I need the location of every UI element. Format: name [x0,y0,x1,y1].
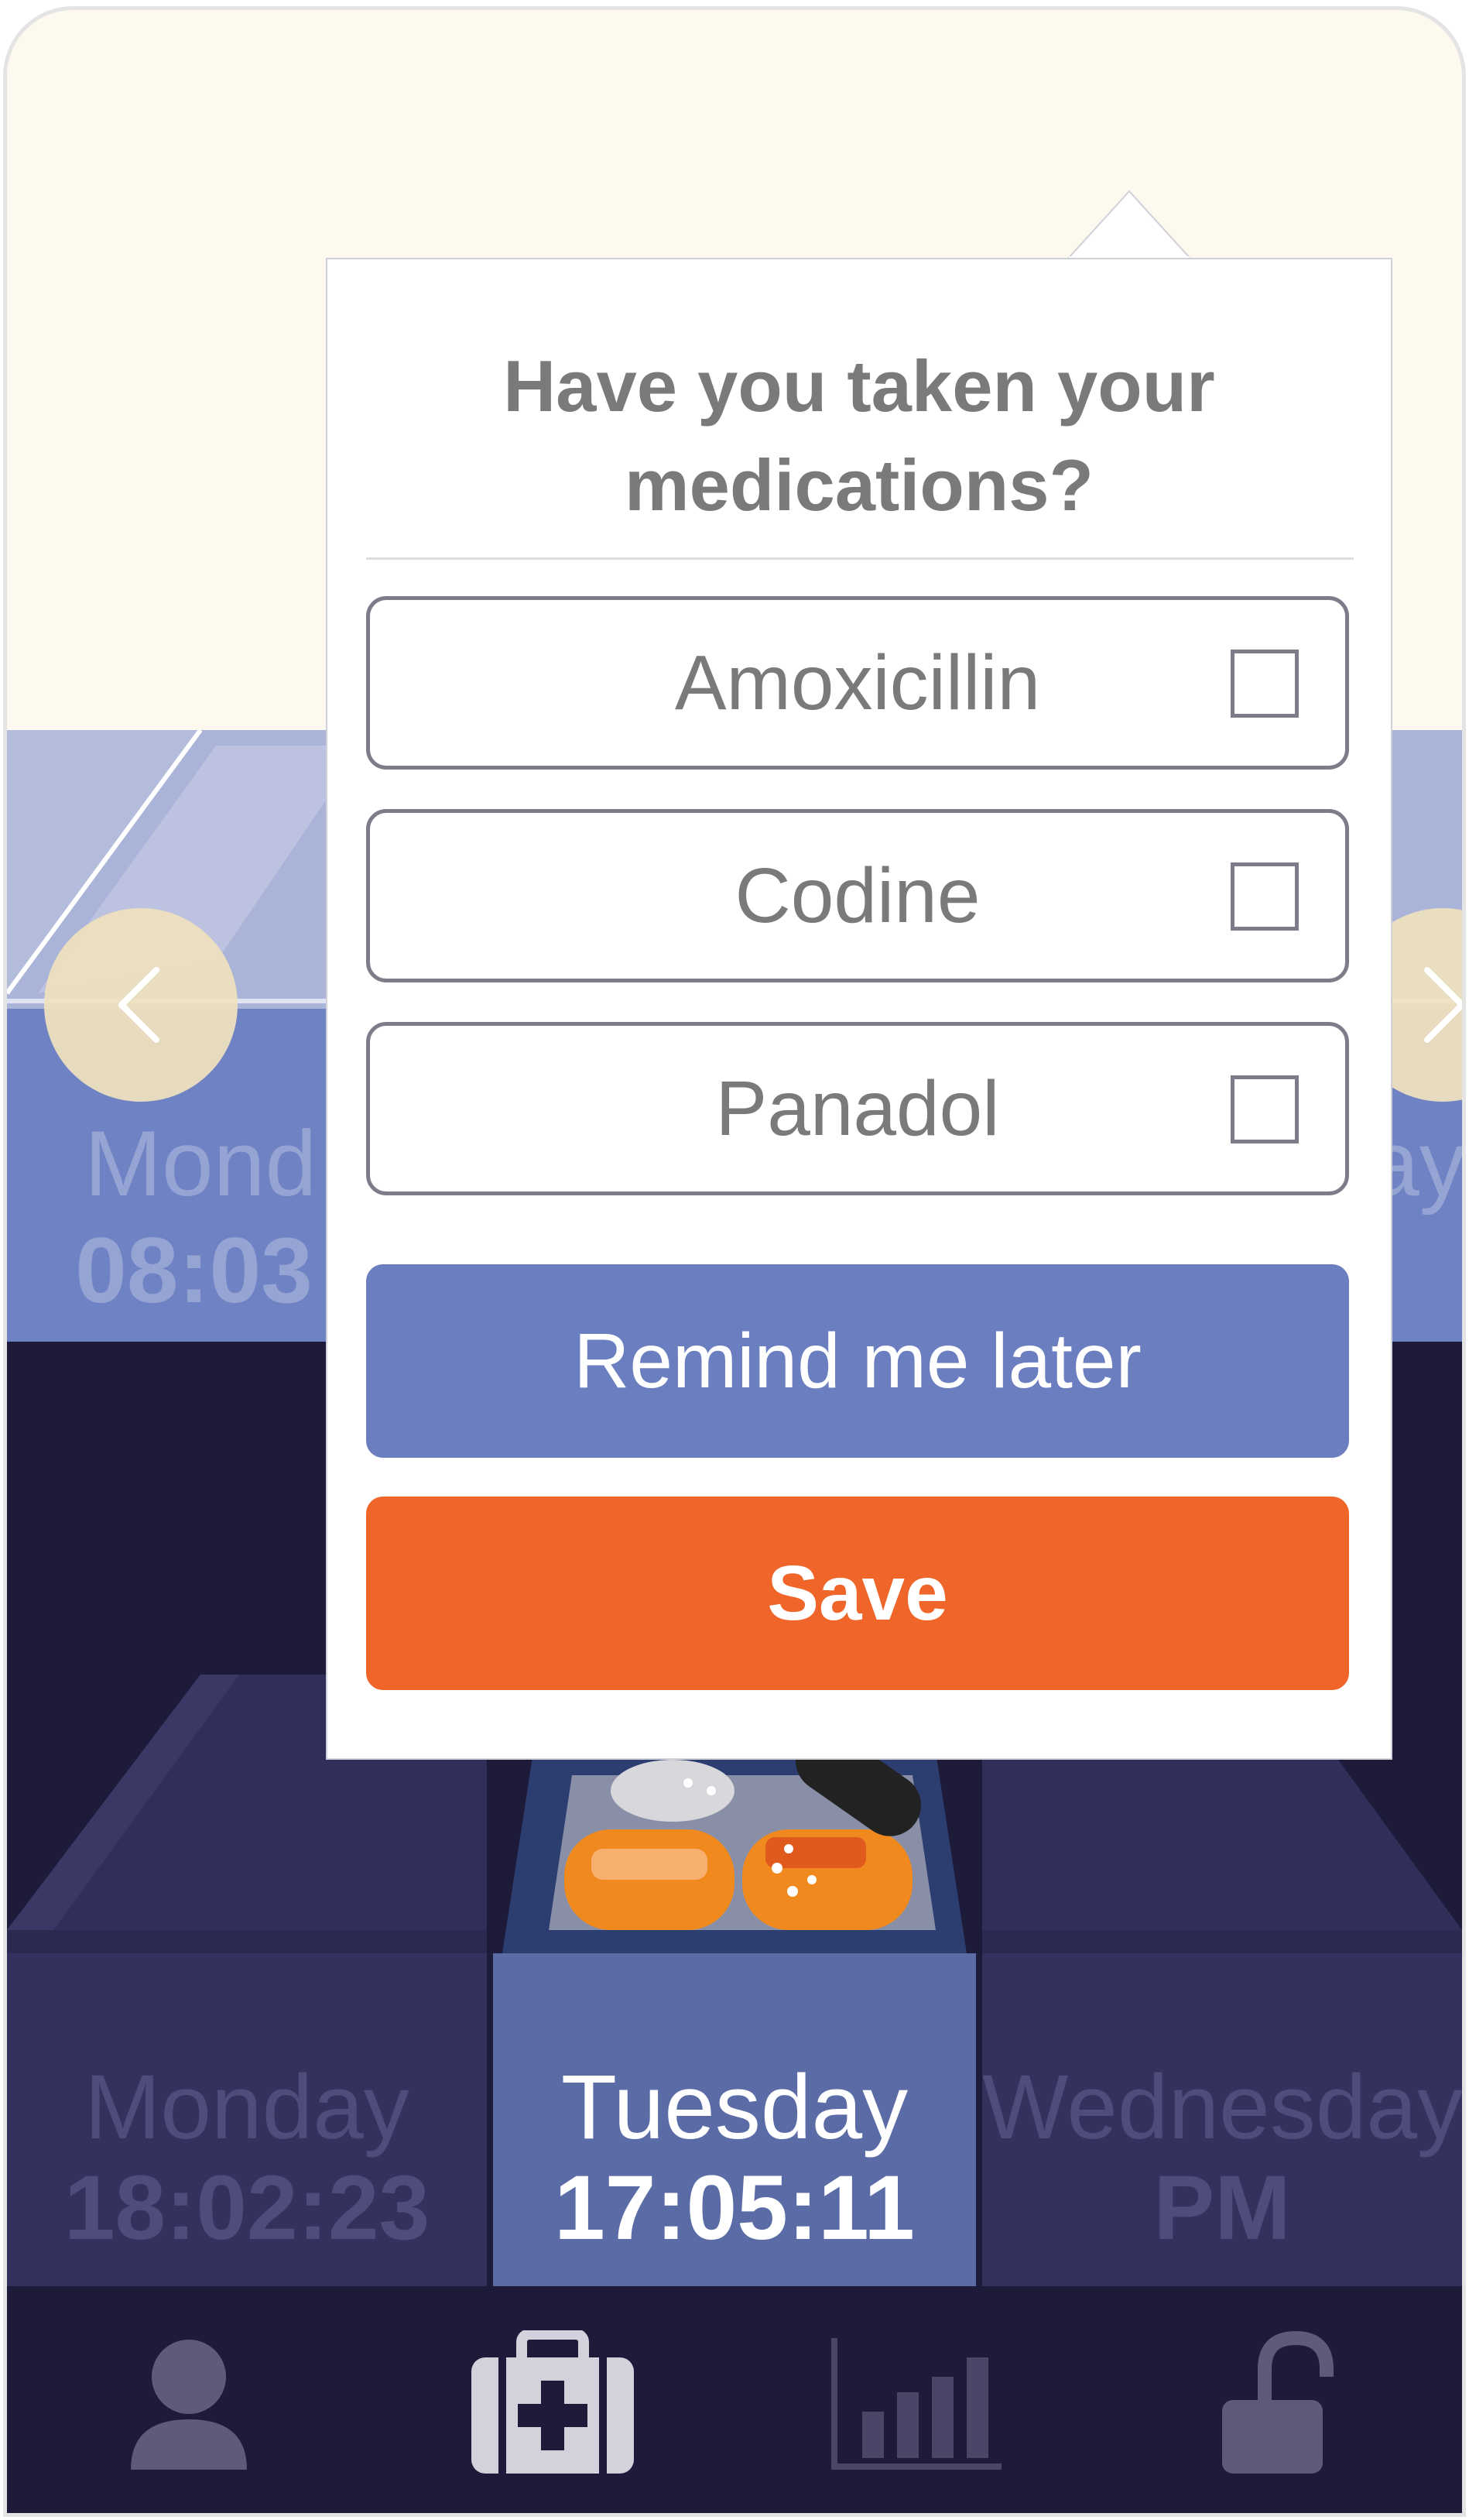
dialog-title-line2: medications? [625,444,1094,526]
day-name: Tuesday [560,2056,909,2158]
day-name: Wednesday [982,2056,1463,2158]
bottom-nav [7,2286,1462,2513]
medication-checkbox[interactable] [1231,862,1299,931]
day-time: 18:02:23 [63,2157,430,2259]
day-time: PM [1153,2157,1291,2259]
dialog-title-line1: Have you taken your [503,345,1215,427]
bar-chart-icon [831,2337,1002,2470]
medical-kit-icon [471,2330,634,2474]
remind-later-button[interactable]: Remind me later [366,1264,1349,1458]
app-screen: Mond 08:03 ay Monday 18:02:23 Tuesday 17… [3,6,1466,2517]
medication-checkbox[interactable] [1231,650,1299,718]
tab-lock[interactable] [1098,2286,1462,2513]
dialog-divider [366,557,1354,560]
tab-profile[interactable] [7,2286,371,2513]
medication-row-amoxicillin[interactable]: Amoxicillin [366,596,1349,770]
modal-caret [1067,190,1191,261]
day-compartment-tuesday[interactable]: Tuesday 17:05:11 [493,1953,976,2286]
top-left-day: Mond [84,1112,317,1215]
medication-name: Codine [734,852,981,939]
save-button[interactable]: Save [366,1497,1349,1690]
medication-row-codine[interactable]: Codine [366,809,1349,982]
medication-check-dialog: Have you taken your medications? Amoxici… [326,258,1392,1760]
top-left-time: 08:03 [75,1219,313,1322]
chevron-right-icon [1424,967,1462,1043]
unlock-icon [1222,2330,1334,2474]
medication-name: Amoxicillin [674,639,1041,726]
medication-checkbox[interactable] [1231,1075,1299,1143]
day-compartment-wednesday[interactable]: Wednesday PM [982,1953,1462,2286]
day-time: 17:05:11 [554,2157,915,2259]
profile-icon [131,2339,247,2470]
tab-medications[interactable] [371,2286,734,2513]
day-compartment-monday[interactable]: Monday 18:02:23 [7,1953,487,2286]
day-name: Monday [84,2056,409,2158]
chevron-left-icon [118,967,159,1043]
medication-row-panadol[interactable]: Panadol [366,1022,1349,1195]
tab-statistics[interactable] [734,2286,1098,2513]
previous-day-button[interactable] [44,908,238,1102]
dialog-title: Have you taken your medications? [327,337,1391,535]
medication-name: Panadol [715,1065,1000,1152]
